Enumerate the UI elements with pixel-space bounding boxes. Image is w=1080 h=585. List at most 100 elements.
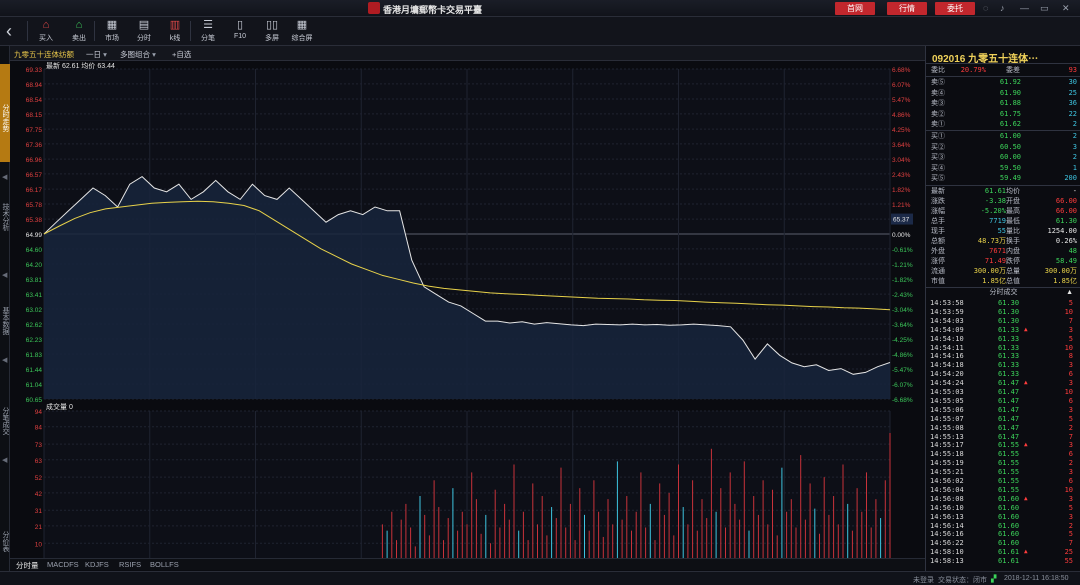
tick-time: 14:55:13 — [930, 432, 964, 441]
stat-value: 1.85亿 — [1053, 277, 1077, 285]
level-price: 59.50 — [999, 163, 1021, 172]
tick-volume: 7 — [1068, 432, 1073, 441]
weibi-label: 委比 — [931, 67, 945, 74]
toolbar-tick-button[interactable]: ☰ 分笔 — [193, 19, 223, 45]
stat-label: 涨停 — [931, 258, 945, 265]
price-tick-label: 68.94 — [26, 82, 43, 89]
volume-tick-label: 73 — [35, 442, 43, 449]
level-price: 61.92 — [999, 78, 1021, 86]
level-volume: 22 — [1068, 109, 1077, 118]
tick-time: 14:54:20 — [930, 370, 964, 379]
price-tick-label: 61.04 — [26, 382, 43, 389]
toolbar-label: 分笔 — [201, 35, 215, 42]
toolbar-timeshare-button[interactable]: ▤ 分时 — [129, 19, 159, 45]
quotes-button[interactable]: 行情 — [887, 2, 927, 15]
settings-icon[interactable]: ◌ — [983, 3, 988, 13]
stock-tab[interactable]: 九零五十连体纺额 — [14, 49, 74, 60]
toolbar-composite-button[interactable]: ▦ 综合屏 — [287, 19, 317, 45]
close-icon[interactable]: ✕ — [1062, 3, 1070, 14]
tick-price: 61.55 — [998, 468, 1020, 477]
level-volume: 30 — [1068, 78, 1077, 86]
tick-time: 14:55:17 — [930, 441, 964, 450]
add-watchlist-button[interactable]: +自选 — [172, 49, 191, 60]
tick-volume: 55 — [1064, 557, 1073, 566]
maximize-icon[interactable]: ▭ — [1040, 3, 1049, 14]
stat-row: 最新 61.61 均价 - — [926, 187, 1080, 196]
back-icon[interactable]: ‹ — [6, 22, 12, 40]
tick-price: 61.33 — [998, 352, 1020, 361]
tab-macd[interactable]: MACDFS — [47, 560, 79, 569]
entrust-button[interactable]: 委托 — [935, 2, 975, 15]
minimize-icon[interactable]: — — [1020, 3, 1029, 13]
stat-row: 涨幅 -5.20% 最高 66.00 — [926, 207, 1080, 216]
stat-label: 市值 — [931, 278, 945, 285]
tick-time: 14:56:16 — [930, 530, 964, 539]
price-tick-label: 65.78 — [26, 202, 43, 209]
scroll-up-icon[interactable]: ▲ — [1066, 288, 1073, 298]
level-label: 买⑤ — [931, 175, 945, 182]
latest-label: 最新 62.61 均价 63.44 — [46, 61, 115, 70]
tick-row: 14:55:08 61.47 2 — [926, 424, 1080, 432]
period-select[interactable]: 一日 ▾ — [86, 49, 107, 60]
toolbar-label: k线 — [169, 35, 181, 42]
toolbar-multiscreen-button[interactable]: ▯▯ 多屏 — [257, 19, 287, 45]
toolbar-f10-button[interactable]: ▯ F10 — [225, 19, 255, 45]
nav-technical[interactable]: 技术分析 — [0, 186, 10, 246]
price-tick-label: 69.33 — [26, 67, 43, 74]
tick-row: 14:54:16 61.33 8 — [926, 352, 1080, 360]
price-tick-label: 68.15 — [26, 112, 43, 119]
nav-arrow-icon: ◀ — [2, 174, 8, 181]
sound-icon[interactable]: ♪ — [1000, 3, 1005, 13]
stat-row: 流通 300.00万 总量 300.00万 — [926, 267, 1080, 276]
price-tick-label: 66.57 — [26, 172, 43, 179]
tab-rsi[interactable]: RSIFS — [119, 560, 141, 569]
tick-row: 14:54:18 61.33 3 — [926, 361, 1080, 369]
toolbar-buy-button[interactable]: ⌂ 买入 — [31, 19, 61, 45]
price-tick-label: 65.38 — [26, 217, 43, 224]
tick-time: 14:55:21 — [930, 468, 964, 477]
combo-select[interactable]: 多图组合 ▾ — [120, 49, 156, 60]
price-tick-label: 63.02 — [26, 307, 43, 314]
tick-volume: 10 — [1064, 485, 1073, 494]
tick-volume: 7 — [1068, 539, 1073, 548]
price-tick-label: 61.44 — [26, 367, 43, 374]
stat-row: 市值 1.85亿 总值 1.85亿 — [926, 277, 1080, 286]
tick-price: 61.30 — [998, 316, 1020, 325]
toolbar-market-button[interactable]: ▦ 市场 — [97, 19, 127, 45]
price-tick-label: 61.83 — [26, 352, 43, 359]
price-tick-label: 67.36 — [26, 142, 43, 149]
nav-ticks[interactable]: 分笔成交 — [0, 391, 10, 451]
stat-value: - — [1072, 187, 1077, 195]
volume-tick-label: 10 — [35, 541, 43, 548]
level-label: 买④ — [931, 164, 945, 172]
bid-row: 买③ 60.00 2 — [926, 153, 1080, 162]
tab-kdj[interactable]: KDJFS — [85, 560, 109, 569]
price-tick-label: 66.96 — [26, 157, 43, 164]
stat-row: 总手 7719 最低 61.30 — [926, 217, 1080, 226]
volume-tick-label: 52 — [35, 475, 43, 482]
tick-time: 14:55:06 — [930, 405, 964, 414]
tab-boll[interactable]: BOLLFS — [150, 560, 179, 569]
nav-fundamental[interactable]: 基本数据 — [0, 291, 10, 351]
stock-title: 092016 九零五十连体⋯ — [926, 46, 1080, 65]
sell-icon: ⌂ — [75, 19, 83, 31]
bid-row: 买① 61.00 2 — [926, 132, 1080, 141]
stat-row: 现手 55 量比 1254.00 — [926, 227, 1080, 236]
pct-tick-label: -6.07% — [892, 382, 913, 389]
tab-volume[interactable]: 分时量 — [16, 560, 39, 571]
tick-row: 14:55:05 61.47 6 — [926, 397, 1080, 405]
level-volume: 2 — [1072, 132, 1077, 140]
up-arrow-icon: ▲ — [1024, 494, 1028, 502]
homepage-button[interactable]: 首网 — [835, 2, 875, 15]
buy-icon: ⌂ — [42, 19, 50, 31]
level-price: 61.00 — [999, 132, 1021, 140]
stat-label: 最低 — [1006, 218, 1020, 225]
toolbar-kline-button[interactable]: ▥ k线 — [160, 19, 190, 45]
tick-time: 14:54:03 — [930, 316, 964, 325]
stat-label: 均价 — [1006, 188, 1020, 195]
toolbar-sell-button[interactable]: ⌂ 卖出 — [64, 19, 94, 45]
toolbar-label: 市场 — [105, 35, 119, 42]
nav-timeshare[interactable]: 分时走势 — [0, 64, 10, 162]
nav-price-table[interactable]: 分价表 — [0, 516, 10, 566]
stat-value: 7719 — [989, 217, 1006, 225]
